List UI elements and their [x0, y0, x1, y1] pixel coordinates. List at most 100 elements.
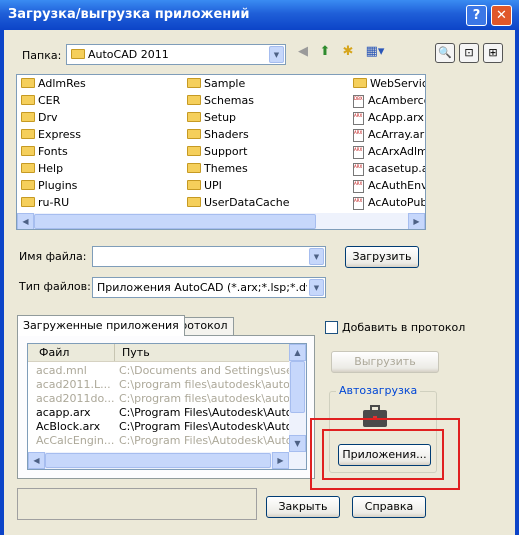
- list-item[interactable]: CER: [21, 93, 60, 109]
- horizontal-scrollbar[interactable]: ◀ ▶: [28, 452, 306, 469]
- list-item-label: UserDataCache: [204, 196, 290, 209]
- list-item[interactable]: AdlmRes: [21, 76, 86, 92]
- list-item-label: AdlmRes: [38, 77, 86, 90]
- add-to-history-checkbox[interactable]: [325, 321, 338, 334]
- vertical-scrollbar[interactable]: ▲ ▼: [289, 344, 306, 452]
- cell-path: C:\Program Files\Autodesk\AutoCA: [119, 434, 289, 447]
- list-item-label: AcAmberco: [368, 94, 426, 107]
- list-item[interactable]: Shaders: [187, 127, 249, 143]
- list-item-label: Plugins: [38, 179, 78, 192]
- loaded-apps-list[interactable]: Файл Путь acad.mnl C:\Documents and Setti…: [27, 343, 307, 470]
- list-item[interactable]: Themes: [187, 161, 248, 177]
- filetype-label: Тип файлов:: [19, 280, 91, 293]
- folder-icon: [187, 197, 201, 207]
- horizontal-scrollbar[interactable]: ◀ ▶: [17, 213, 425, 229]
- column-header-file[interactable]: Файл: [39, 346, 69, 359]
- list-item[interactable]: Sample: [187, 76, 245, 92]
- list-item[interactable]: UserDataCache: [187, 195, 290, 211]
- scroll-right-icon[interactable]: ▶: [272, 452, 289, 469]
- views-menu-icon[interactable]: ▦▾: [362, 43, 388, 61]
- list-item[interactable]: ARX AcArray.ar:: [353, 127, 425, 143]
- lookin-combo[interactable]: AutoCAD 2011 ▼: [66, 44, 286, 65]
- list-item[interactable]: Setup: [187, 110, 236, 126]
- list-item-label: ru-RU: [38, 196, 70, 209]
- arx-file-icon: ARX: [353, 128, 364, 142]
- list-item[interactable]: Drv: [21, 110, 58, 126]
- list-item[interactable]: DBX AcAmberco: [353, 93, 426, 109]
- list-item[interactable]: Support: [187, 144, 247, 160]
- locate-icon[interactable]: ⊡: [459, 43, 479, 63]
- scroll-down-icon[interactable]: ▼: [289, 435, 306, 452]
- scroll-left-icon[interactable]: ◀: [17, 213, 34, 229]
- cell-file: acad2011do...: [36, 392, 115, 405]
- chevron-down-icon[interactable]: ▼: [309, 248, 324, 265]
- folder-icon: [21, 180, 35, 190]
- list-item-label: AcAuthEnvi: [368, 179, 426, 192]
- list-item[interactable]: Express: [21, 127, 81, 143]
- scroll-left-icon[interactable]: ◀: [28, 452, 45, 469]
- folder-icon: [21, 146, 35, 156]
- tab-panel: Файл Путь acad.mnl C:\Documents and Setti…: [17, 335, 315, 479]
- column-header-path[interactable]: Путь: [122, 346, 150, 359]
- list-item[interactable]: Schemas: [187, 93, 254, 109]
- help-button[interactable]: Справка: [352, 496, 426, 518]
- list-item[interactable]: Plugins: [21, 178, 77, 194]
- chevron-down-icon[interactable]: ▼: [309, 279, 324, 296]
- up-folder-icon[interactable]: ⬆: [316, 43, 334, 61]
- list-item[interactable]: Help: [21, 161, 63, 177]
- window-frame-right: [515, 30, 519, 535]
- list-item[interactable]: ARX AcAutoPubl: [353, 195, 425, 211]
- list-item[interactable]: ARX AcApp.arx: [353, 110, 424, 126]
- folder-icon: [187, 112, 201, 122]
- cell-file: acad2011.L...: [36, 378, 111, 391]
- close-button[interactable]: Закрыть: [266, 496, 340, 518]
- table-row[interactable]: AcBlock.arx C:\Program Files\Autodesk\Aut…: [28, 420, 289, 433]
- chevron-down-icon[interactable]: ▼: [269, 46, 284, 63]
- list-item[interactable]: ARX acasetup.a: [353, 161, 425, 177]
- title-bar: Загрузка/выгрузка приложений ? ✕: [0, 0, 519, 30]
- filename-label: Имя файла:: [19, 250, 87, 263]
- list-item-label: Drv: [38, 111, 58, 124]
- list-item-label: Help: [38, 162, 64, 175]
- cell-path: C:\program files\autodesk\autocad: [119, 392, 289, 405]
- back-icon[interactable]: ◀: [294, 43, 312, 61]
- table-row[interactable]: acapp.arx C:\Program Files\Autodesk\AutoC…: [28, 406, 289, 419]
- contents-button[interactable]: Приложения...: [338, 444, 431, 466]
- scroll-up-icon[interactable]: ▲: [289, 344, 306, 361]
- close-icon[interactable]: ✕: [491, 5, 512, 26]
- load-button[interactable]: Загрузить: [345, 246, 419, 268]
- unload-button[interactable]: Выгрузить: [331, 351, 439, 373]
- filetype-combo[interactable]: Приложения AutoCAD (*.arx;*.lsp;*.dvb;*.…: [92, 277, 326, 298]
- list-item-label: AcArxAdlm.: [368, 145, 426, 158]
- scroll-right-icon[interactable]: ▶: [408, 213, 425, 229]
- list-header: Файл Путь: [28, 344, 289, 362]
- scroll-thumb[interactable]: [34, 214, 316, 229]
- help-icon[interactable]: ?: [466, 5, 487, 26]
- table-row[interactable]: acad.mnl C:\Documents and Settings\user64…: [28, 364, 289, 377]
- file-list[interactable]: AdlmRes CER Drv Express Fonts Help Plugins ru-R…: [16, 74, 426, 230]
- add-to-favorites-icon[interactable]: ⊞: [483, 43, 503, 63]
- tab-loaded-applications[interactable]: Загруженные приложения: [17, 315, 185, 336]
- window-title: Загрузка/выгрузка приложений: [8, 7, 250, 22]
- folder-icon: [21, 95, 35, 105]
- list-item[interactable]: ru-RU: [21, 195, 69, 211]
- new-folder-icon[interactable]: ✱: [339, 43, 357, 61]
- cell-path: C:\Program Files\Autodesk\AutoCA: [119, 406, 289, 419]
- list-item[interactable]: Fonts: [21, 144, 68, 160]
- filename-input[interactable]: ▼: [92, 246, 326, 267]
- folder-icon: [187, 146, 201, 156]
- list-item-label: Setup: [204, 111, 237, 124]
- cell-file: acad.mnl: [36, 364, 87, 377]
- list-item[interactable]: UPI: [187, 178, 222, 194]
- scroll-thumb[interactable]: [45, 453, 271, 468]
- table-row[interactable]: acad2011.L... C:\program files\autodesk\a…: [28, 378, 289, 391]
- table-row[interactable]: AcCalcEngin... C:\Program Files\Autodesk\…: [28, 434, 289, 447]
- list-item[interactable]: WebService: [353, 76, 425, 92]
- table-row[interactable]: acad2011do... C:\program files\autodesk\a…: [28, 392, 289, 405]
- dbx-file-icon: DBX: [353, 94, 364, 108]
- list-item[interactable]: ARX AcAuthEnvi: [353, 178, 426, 194]
- find-icon[interactable]: 🔍: [435, 43, 455, 63]
- scroll-thumb[interactable]: [290, 361, 305, 413]
- list-item[interactable]: ARX AcArxAdlm.: [353, 144, 426, 160]
- folder-icon: [21, 112, 35, 122]
